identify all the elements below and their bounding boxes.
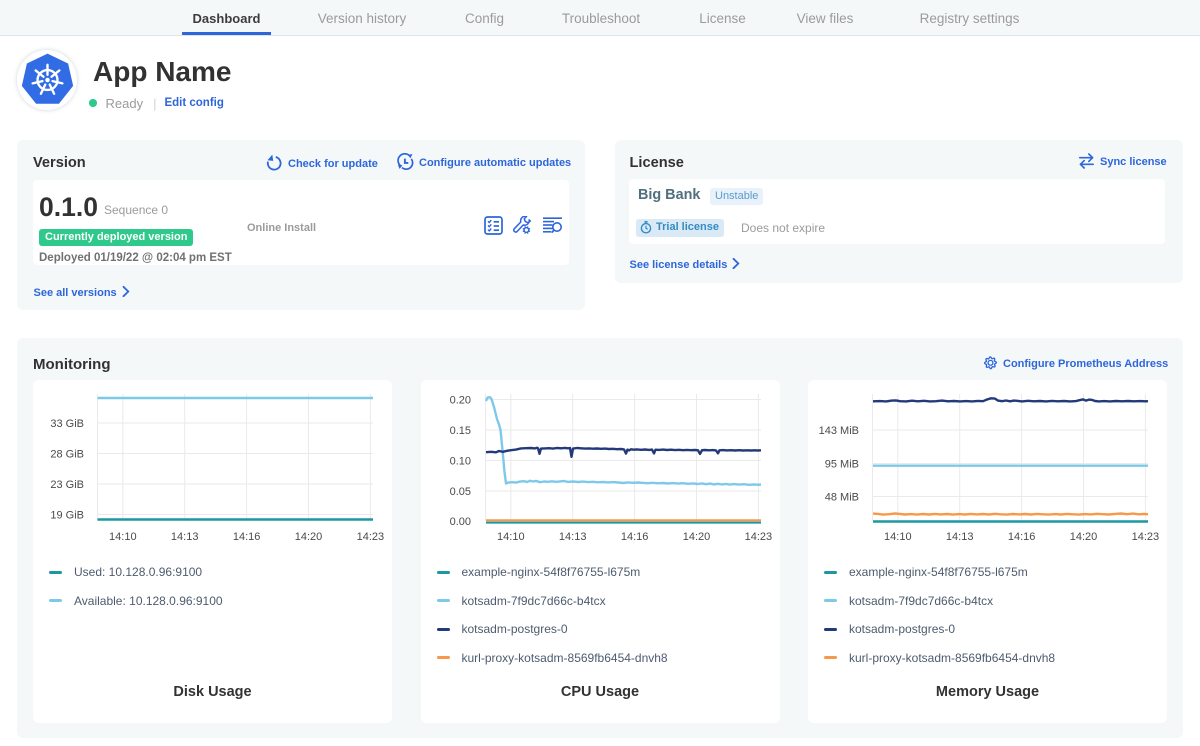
svg-text:33 GiB: 33 GiB	[50, 418, 84, 430]
svg-text:14:23: 14:23	[357, 531, 385, 543]
svg-text:14:23: 14:23	[744, 531, 772, 543]
svg-text:143 MiB: 143 MiB	[819, 425, 859, 437]
svg-text:14:13: 14:13	[558, 531, 586, 543]
svg-text:0.05: 0.05	[449, 486, 470, 498]
svg-text:28 GiB: 28 GiB	[50, 449, 84, 461]
svg-text:0.10: 0.10	[449, 456, 470, 468]
svg-text:0.00: 0.00	[449, 516, 470, 528]
svg-text:19 GiB: 19 GiB	[50, 510, 84, 522]
svg-text:23 GiB: 23 GiB	[50, 479, 84, 491]
svg-text:14:10: 14:10	[109, 531, 137, 543]
svg-text:48 MiB: 48 MiB	[825, 492, 859, 504]
svg-text:0.15: 0.15	[449, 425, 470, 437]
svg-text:14:16: 14:16	[620, 531, 648, 543]
svg-text:14:23: 14:23	[1132, 531, 1160, 543]
svg-text:14:20: 14:20	[682, 531, 710, 543]
svg-text:14:20: 14:20	[295, 531, 323, 543]
svg-text:14:13: 14:13	[946, 531, 974, 543]
svg-text:14:10: 14:10	[497, 531, 525, 543]
svg-text:0.20: 0.20	[449, 395, 470, 407]
svg-text:95 MiB: 95 MiB	[825, 459, 859, 471]
svg-text:14:16: 14:16	[1008, 531, 1036, 543]
svg-text:14:16: 14:16	[233, 531, 261, 543]
svg-text:14:13: 14:13	[171, 531, 199, 543]
svg-text:14:10: 14:10	[884, 531, 912, 543]
svg-text:14:20: 14:20	[1070, 531, 1098, 543]
